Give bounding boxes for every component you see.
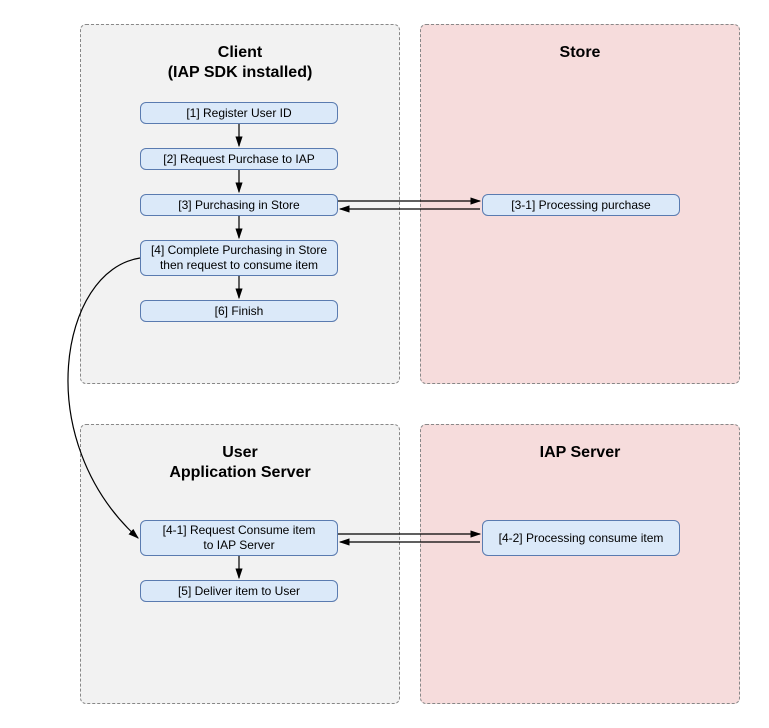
step-1: [1] Register User ID — [140, 102, 338, 124]
container-store-title: Store — [421, 25, 739, 63]
user-server-title-line2: Application Server — [169, 464, 310, 481]
user-server-title-line1: User — [222, 444, 258, 461]
step-6: [6] Finish — [140, 300, 338, 322]
client-title-line1: Client — [218, 44, 262, 61]
container-user-server-title: User Application Server — [81, 425, 399, 483]
container-client-title: Client (IAP SDK installed) — [81, 25, 399, 83]
container-iap-server: IAP Server — [420, 424, 740, 704]
step-4-label: [4] Complete Purchasing in Store then re… — [151, 243, 327, 273]
store-title: Store — [560, 44, 601, 61]
step-5-label: [5] Deliver item to User — [178, 584, 300, 599]
step-4-2: [4-2] Processing consume item — [482, 520, 680, 556]
iap-server-title: IAP Server — [540, 444, 621, 461]
step-5: [5] Deliver item to User — [140, 580, 338, 602]
step-3-label: [3] Purchasing in Store — [178, 198, 299, 213]
container-iap-server-title: IAP Server — [421, 425, 739, 463]
diagram-canvas: Client (IAP SDK installed) Store User Ap… — [0, 0, 769, 728]
step-4-1: [4-1] Request Consume item to IAP Server — [140, 520, 338, 556]
step-6-label: [6] Finish — [215, 304, 264, 319]
step-4-1-label: [4-1] Request Consume item to IAP Server — [163, 523, 316, 553]
client-title-line2: (IAP SDK installed) — [168, 64, 313, 81]
step-3: [3] Purchasing in Store — [140, 194, 338, 216]
step-4-2-label: [4-2] Processing consume item — [499, 531, 664, 546]
step-1-label: [1] Register User ID — [186, 106, 291, 121]
step-2: [2] Request Purchase to IAP — [140, 148, 338, 170]
step-2-label: [2] Request Purchase to IAP — [163, 152, 314, 167]
step-3-1-label: [3-1] Processing purchase — [511, 198, 650, 213]
step-4: [4] Complete Purchasing in Store then re… — [140, 240, 338, 276]
container-user-server: User Application Server — [80, 424, 400, 704]
step-3-1: [3-1] Processing purchase — [482, 194, 680, 216]
